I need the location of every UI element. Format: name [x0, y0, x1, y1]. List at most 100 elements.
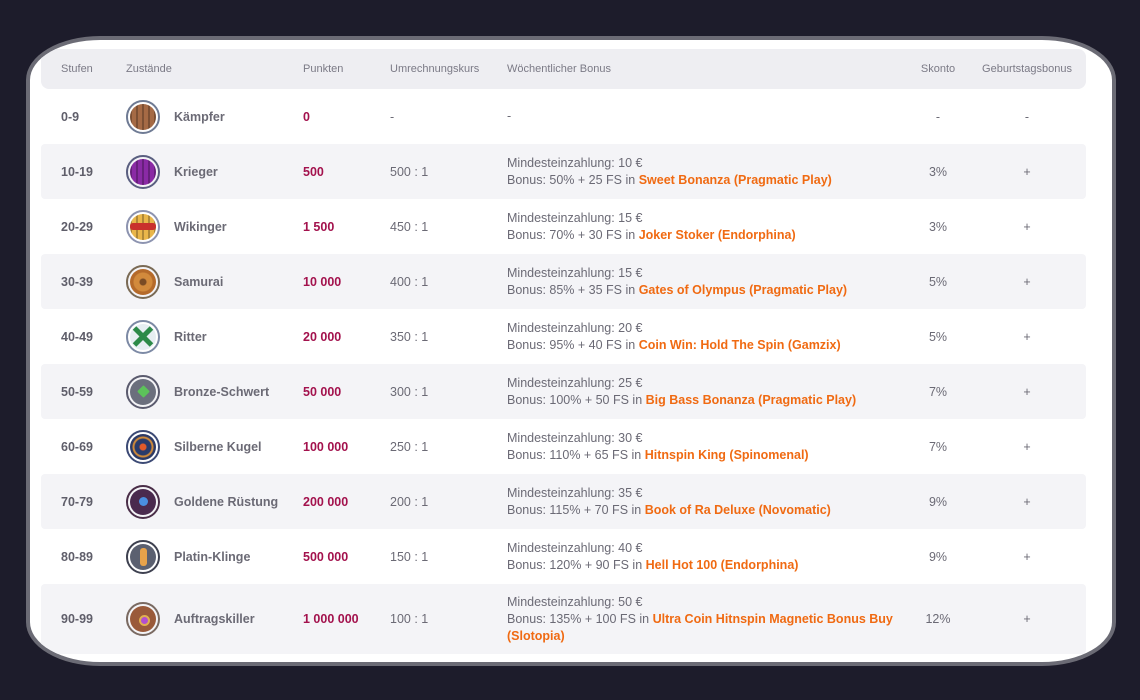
conversion-rate: 300 : 1: [390, 384, 429, 399]
birthday-bonus-value: +: [1023, 549, 1031, 564]
birthday-bonus-value: +: [1023, 329, 1031, 344]
bonus-details: Bonus: 110% + 65 FS in: [507, 447, 645, 462]
header-points: Punkten: [303, 63, 344, 75]
weekly-bonus: Mindesteinzahlung: 15 € Bonus: 70% + 30 …: [507, 199, 907, 254]
level-points: 10 000: [303, 274, 342, 289]
birthday-bonus-value: +: [1023, 439, 1031, 454]
weekly-bonus: Mindesteinzahlung: 50 € Bonus: 135% + 10…: [507, 584, 907, 654]
weekly-bonus: Mindesteinzahlung: 15 € Bonus: 85% + 35 …: [507, 254, 907, 309]
level-range: 30-39: [61, 274, 93, 289]
bronze-sword-shield-icon: [126, 374, 160, 409]
table-row: 40-49 Ritter 20 000 350 : 1 Mindesteinza…: [41, 309, 1086, 364]
platinum-blade-shield-icon: [126, 539, 160, 574]
minimum-deposit: Mindesteinzahlung: 20 €: [507, 320, 643, 335]
game-link[interactable]: Hell Hot 100 (Endorphina): [646, 558, 799, 572]
level-points: 1 500: [303, 219, 335, 234]
table-row: 60-69 Silberne Kugel 100 000 250 : 1 Min…: [41, 419, 1086, 474]
table-row: 50-59 Bronze-Schwert 50 000 300 : 1 Mind…: [41, 364, 1086, 419]
weekly-bonus: Mindesteinzahlung: 25 € Bonus: 100% + 50…: [507, 364, 907, 419]
conversion-rate: 150 : 1: [390, 549, 429, 564]
discount-value: 3%: [928, 219, 948, 234]
knight-shield-icon: [126, 319, 160, 354]
level-points: 200 000: [303, 494, 349, 509]
level-range: 10-19: [61, 164, 93, 179]
conversion-rate: 400 : 1: [390, 274, 429, 289]
level-points: 0: [303, 109, 310, 124]
samurai-shield-icon: [126, 264, 160, 299]
level-name: Samurai: [174, 274, 224, 289]
table-header: Stufen Zustände Punkten Umrechnungskurs …: [41, 49, 1086, 89]
discount-value: 12%: [925, 612, 951, 626]
discount-value: -: [935, 109, 941, 124]
assassin-shield-icon: [126, 602, 160, 636]
level-name: Auftragskiller: [174, 612, 255, 626]
discount-value: 3%: [928, 164, 948, 179]
discount-value: 5%: [928, 329, 948, 344]
viking-shield-icon: [126, 209, 160, 244]
level-points: 500: [303, 164, 324, 179]
bonus-details: Bonus: 120% + 90 FS in: [507, 557, 646, 572]
header-weekly-bonus: Wöchentlicher Bonus: [507, 62, 611, 75]
birthday-bonus-value: +: [1023, 274, 1031, 289]
bonus-details: Bonus: 85% + 35 FS in: [507, 282, 639, 297]
minimum-deposit: Mindesteinzahlung: 50 €: [507, 594, 643, 609]
bonus-details: Bonus: 95% + 40 FS in: [507, 337, 639, 352]
discount-value: 7%: [928, 384, 948, 399]
conversion-rate: -: [390, 109, 395, 124]
weekly-bonus: Mindesteinzahlung: 40 € Bonus: 120% + 90…: [507, 529, 907, 584]
weekly-bonus: Mindesteinzahlung: 35 € Bonus: 115% + 70…: [507, 474, 907, 529]
silver-ball-shield-icon: [126, 429, 160, 464]
bonus-details: Bonus: 70% + 30 FS in: [507, 227, 639, 242]
game-link[interactable]: Gates of Olympus (Pragmatic Play): [639, 283, 847, 297]
level-name: Silberne Kugel: [174, 439, 262, 454]
birthday-bonus-value: +: [1023, 612, 1031, 626]
level-range: 50-59: [61, 384, 93, 399]
conversion-rate: 500 : 1: [390, 164, 429, 179]
game-link[interactable]: Coin Win: Hold The Spin (Gamzix): [639, 338, 841, 352]
game-link[interactable]: Hitnspin King (Spinomenal): [645, 448, 809, 462]
level-range: 60-69: [61, 439, 93, 454]
conversion-rate: 200 : 1: [390, 494, 429, 509]
header-states: Zustände: [126, 63, 172, 75]
birthday-bonus-value: +: [1023, 384, 1031, 399]
minimum-deposit: Mindesteinzahlung: 25 €: [507, 375, 643, 390]
level-points: 100 000: [303, 439, 349, 454]
level-name: Krieger: [174, 164, 218, 179]
table-row: 90-99 Auftragskiller 1 000 000 100 : 1 M…: [41, 584, 1086, 654]
vip-levels-card: Stufen Zustände Punkten Umrechnungskurs …: [30, 40, 1112, 662]
level-name: Kämpfer: [174, 109, 225, 124]
header-birthday-bonus: Geburtstagsbonus: [982, 63, 1072, 75]
discount-value: 9%: [928, 494, 948, 509]
discount-value: 9%: [928, 549, 948, 564]
weekly-bonus: -: [507, 89, 907, 144]
level-name: Platin-Klinge: [174, 549, 251, 564]
level-name: Bronze-Schwert: [174, 384, 270, 399]
minimum-deposit: Mindesteinzahlung: 40 €: [507, 540, 643, 555]
level-range: 70-79: [61, 494, 93, 509]
game-link[interactable]: Book of Ra Deluxe (Novomatic): [645, 503, 831, 517]
table-row: 80-89 Platin-Klinge 500 000 150 : 1 Mind…: [41, 529, 1086, 584]
level-range: 80-89: [61, 549, 93, 564]
game-link[interactable]: Joker Stoker (Endorphina): [639, 228, 796, 242]
minimum-deposit: Mindesteinzahlung: 35 €: [507, 485, 643, 500]
weekly-bonus: Mindesteinzahlung: 20 € Bonus: 95% + 40 …: [507, 309, 907, 364]
header-rate: Umrechnungskurs: [390, 63, 480, 75]
table-row: 70-79 Goldene Rüstung 200 000 200 : 1 Mi…: [41, 474, 1086, 529]
game-link[interactable]: Sweet Bonanza (Pragmatic Play): [639, 173, 832, 187]
birthday-bonus-value: +: [1023, 219, 1031, 234]
level-points: 1 000 000: [303, 612, 359, 626]
table-row: 30-39 Samurai 10 000 400 : 1 Mindesteinz…: [41, 254, 1086, 309]
level-points: 20 000: [303, 329, 342, 344]
bonus-details: Bonus: 100% + 50 FS in: [507, 392, 646, 407]
minimum-deposit: Mindesteinzahlung: 30 €: [507, 430, 643, 445]
minimum-deposit: -: [507, 109, 512, 123]
header-levels: Stufen: [61, 63, 93, 75]
table-row: 20-29 Wikinger 1 500 450 : 1 Mindesteinz…: [41, 199, 1086, 254]
wooden-shield-icon: [126, 99, 160, 134]
minimum-deposit: Mindesteinzahlung: 10 €: [507, 155, 643, 170]
bonus-details: Bonus: 135% + 100 FS in: [507, 611, 653, 626]
weekly-bonus: Mindesteinzahlung: 10 € Bonus: 50% + 25 …: [507, 144, 907, 199]
minimum-deposit: Mindesteinzahlung: 15 €: [507, 210, 643, 225]
game-link[interactable]: Big Bass Bonanza (Pragmatic Play): [646, 393, 856, 407]
discount-value: 7%: [928, 439, 948, 454]
